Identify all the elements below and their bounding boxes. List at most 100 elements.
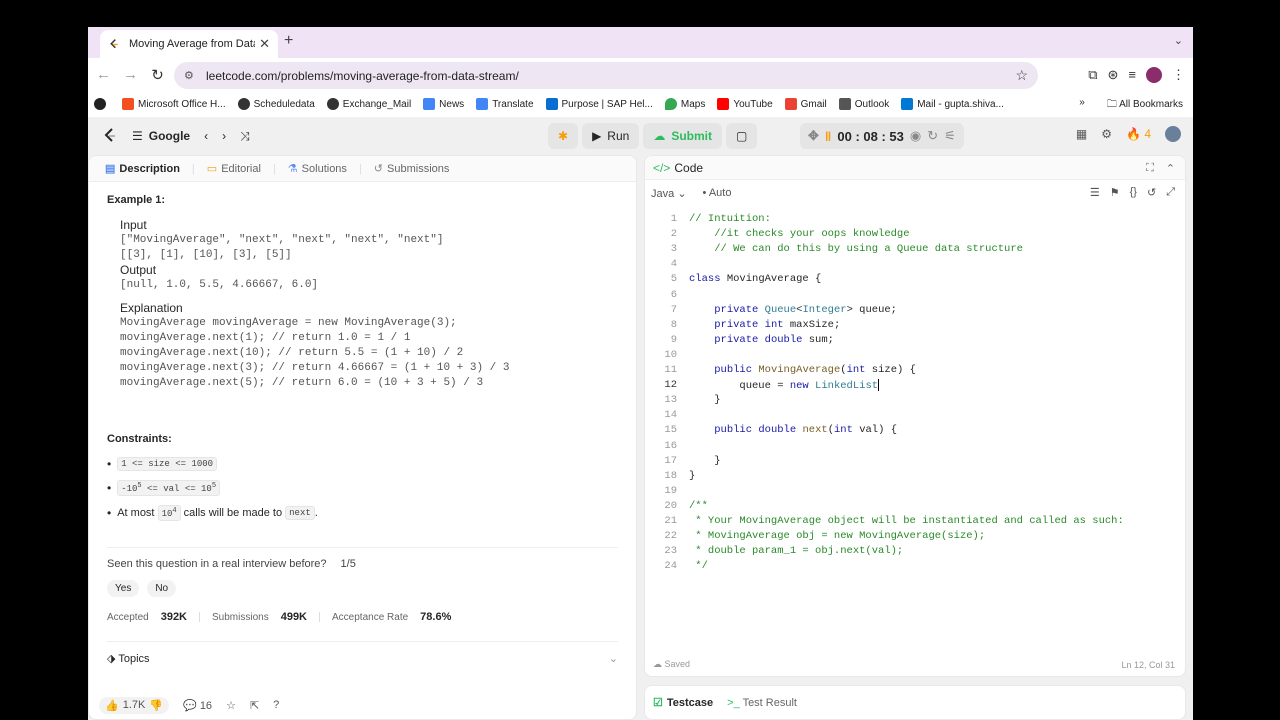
tab-testcase[interactable]: ☑ Testcase <box>653 696 713 709</box>
github-bookmark-icon[interactable] <box>94 98 110 110</box>
code-line[interactable]: public double next(int val) { <box>689 424 897 436</box>
code-line[interactable]: // We can do this by using a Queue data … <box>689 243 1023 255</box>
language-label: Java <box>651 187 675 200</box>
code-editor[interactable]: 1 // Intuition: 2 //it checks your oops kn… <box>645 213 1185 653</box>
code-line[interactable]: class MovingAverage { <box>689 273 821 285</box>
profile-avatar[interactable] <box>1146 66 1162 83</box>
tab-search-icon[interactable]: ⌄ <box>1174 34 1183 47</box>
no-button[interactable]: No <box>147 580 177 597</box>
thumbs-down-icon[interactable]: 👎 <box>149 699 163 712</box>
code-line[interactable]: private double sum; <box>689 334 834 346</box>
new-tab-button[interactable]: + <box>284 32 293 50</box>
extensions-icon[interactable]: ⧉ <box>1088 67 1097 83</box>
settings-icon[interactable]: ⚙ <box>1101 127 1112 141</box>
streak-counter[interactable]: 🔥 4 <box>1126 127 1151 141</box>
layout-icon[interactable]: ▦ <box>1076 127 1087 141</box>
bookmark-item[interactable]: YouTube <box>717 98 773 110</box>
bookmark-item[interactable]: Translate <box>476 98 534 110</box>
bookmark-item[interactable]: Scheduledata <box>237 98 315 110</box>
tab-editorial[interactable]: ▭ Editorial <box>207 162 261 175</box>
forward-icon[interactable]: → <box>117 66 144 83</box>
bookmark-star-icon[interactable]: ☆ <box>1015 67 1028 84</box>
leetcode-logo-icon[interactable] <box>102 127 118 145</box>
constraints-list: 1 <= size <= 1000 -105 <= val <= 105 At … <box>107 457 618 521</box>
code-line[interactable]: */ <box>689 560 708 572</box>
yes-button[interactable]: Yes <box>107 580 140 597</box>
submit-button[interactable]: ☁ Submit <box>643 123 722 149</box>
share-icon[interactable]: ⇱ <box>250 699 259 712</box>
tab-solutions[interactable]: ⚗ Solutions <box>288 162 347 175</box>
browser-tab[interactable]: Moving Average from Data St ✕ <box>100 30 278 58</box>
code-line[interactable]: * double param_1 = obj.next(val); <box>689 545 903 557</box>
problem-stats: Accepted 392K Submissions 499K Acceptance … <box>107 611 618 623</box>
prev-problem-icon[interactable]: ‹ <box>204 129 208 143</box>
panel-resizer[interactable] <box>637 155 644 720</box>
all-bookmarks[interactable]: 🗀 All Bookmarks <box>1107 97 1183 114</box>
bookmark-item[interactable]: Mail - gupta.shiva... <box>901 98 1004 110</box>
bookmark-item[interactable]: Outlook <box>838 98 889 110</box>
tab-test-result[interactable]: >_ Test Result <box>727 697 797 709</box>
collapse-icon[interactable]: ⌃ <box>1166 162 1175 175</box>
code-line[interactable]: queue = new LinkedList <box>689 379 880 392</box>
address-bar[interactable]: ⚙ leetcode.com/problems/moving-average-f… <box>174 62 1038 89</box>
bookmark-item[interactable]: Exchange_Mail <box>326 98 411 110</box>
code-line[interactable]: * MovingAverage obj = new MovingAverage(… <box>689 530 985 542</box>
code-line[interactable]: } <box>689 455 720 467</box>
pause-icon[interactable]: ‖ <box>825 129 831 144</box>
code-line[interactable]: } <box>689 470 695 482</box>
code-line[interactable]: * Your MovingAverage object will be inst… <box>689 515 1123 527</box>
shuffle-icon[interactable]: ⤨ <box>240 129 250 144</box>
bookmark-item[interactable]: News <box>423 98 464 110</box>
code-line[interactable]: // Intuition: <box>689 213 771 225</box>
bookmark-item[interactable]: Gmail <box>784 98 827 110</box>
debug-icon[interactable]: ✱ <box>548 123 579 149</box>
media-icon[interactable]: ≡ <box>1128 67 1136 82</box>
problem-list-icon[interactable]: ☰ <box>132 129 143 143</box>
reload-icon[interactable]: ↻ <box>144 66 171 84</box>
drag-icon[interactable]: ✥ <box>808 128 819 144</box>
bookmark-label: YouTube <box>733 98 773 110</box>
timer-settings-icon[interactable]: ⚟ <box>944 128 956 144</box>
bookmark-icon[interactable]: ⚑ <box>1110 186 1120 199</box>
fullscreen-icon[interactable]: ⤢ <box>1166 186 1175 199</box>
format-icon[interactable]: ☰ <box>1090 186 1100 199</box>
favorite-star-icon[interactable]: ☆ <box>226 699 236 712</box>
code-line[interactable]: } <box>689 394 720 406</box>
tab-description[interactable]: ▤ Description <box>105 162 180 175</box>
bookmark-label: Translate <box>492 98 534 110</box>
next-problem-icon[interactable]: › <box>222 129 226 143</box>
site-info-icon[interactable]: ⚙ <box>184 69 198 82</box>
tab-submissions[interactable]: ↺ Submissions <box>374 162 450 175</box>
braces-icon[interactable]: {} <box>1130 186 1137 199</box>
like-button[interactable]: 👍 1.7K 👎 <box>99 696 170 714</box>
problem-list-name[interactable]: Google <box>149 129 190 143</box>
seen-question: Seen this question in a real interview b… <box>107 558 618 570</box>
constraint-text: 10 <box>161 509 173 519</box>
extension-icon[interactable]: ⊛ <box>1108 67 1119 83</box>
reset-icon[interactable]: ↺ <box>1147 186 1156 199</box>
user-avatar[interactable] <box>1165 126 1181 142</box>
comments-button[interactable]: 💬 16 <box>183 699 212 712</box>
code-line[interactable]: /** <box>689 500 708 512</box>
bookmark-item[interactable]: Microsoft Office H... <box>122 98 226 110</box>
hide-timer-icon[interactable]: ◉ <box>910 128 921 144</box>
notes-icon[interactable]: ▢ <box>725 123 758 149</box>
language-select[interactable]: Java ⌄ <box>651 187 687 200</box>
code-line[interactable]: public MovingAverage(int size) { <box>689 364 916 376</box>
code-line[interactable]: //it checks your oops knowledge <box>689 228 909 240</box>
help-icon[interactable]: ? <box>273 699 279 711</box>
reset-timer-icon[interactable]: ↻ <box>927 128 938 144</box>
maximize-icon[interactable]: ⛶ <box>1146 162 1154 175</box>
topics-section[interactable]: ⬗ Topics ⌄ <box>107 641 618 665</box>
bookmark-item[interactable]: Maps <box>664 98 705 110</box>
navigation-bar: ← → ↻ ⚙ leetcode.com/problems/moving-ave… <box>88 58 1193 91</box>
close-tab-icon[interactable]: ✕ <box>259 36 270 52</box>
run-button[interactable]: ▶ Run <box>582 123 640 149</box>
code-line[interactable]: private Queue<Integer> queue; <box>689 304 897 316</box>
more-bookmarks-icon[interactable]: » <box>1079 97 1085 114</box>
auto-mode[interactable]: • Auto <box>703 187 732 199</box>
bookmark-item[interactable]: Purpose | SAP Hel... <box>545 98 653 110</box>
code-line[interactable]: private int maxSize; <box>689 319 840 331</box>
menu-icon[interactable]: ⋮ <box>1172 67 1185 83</box>
back-icon[interactable]: ← <box>90 66 117 83</box>
